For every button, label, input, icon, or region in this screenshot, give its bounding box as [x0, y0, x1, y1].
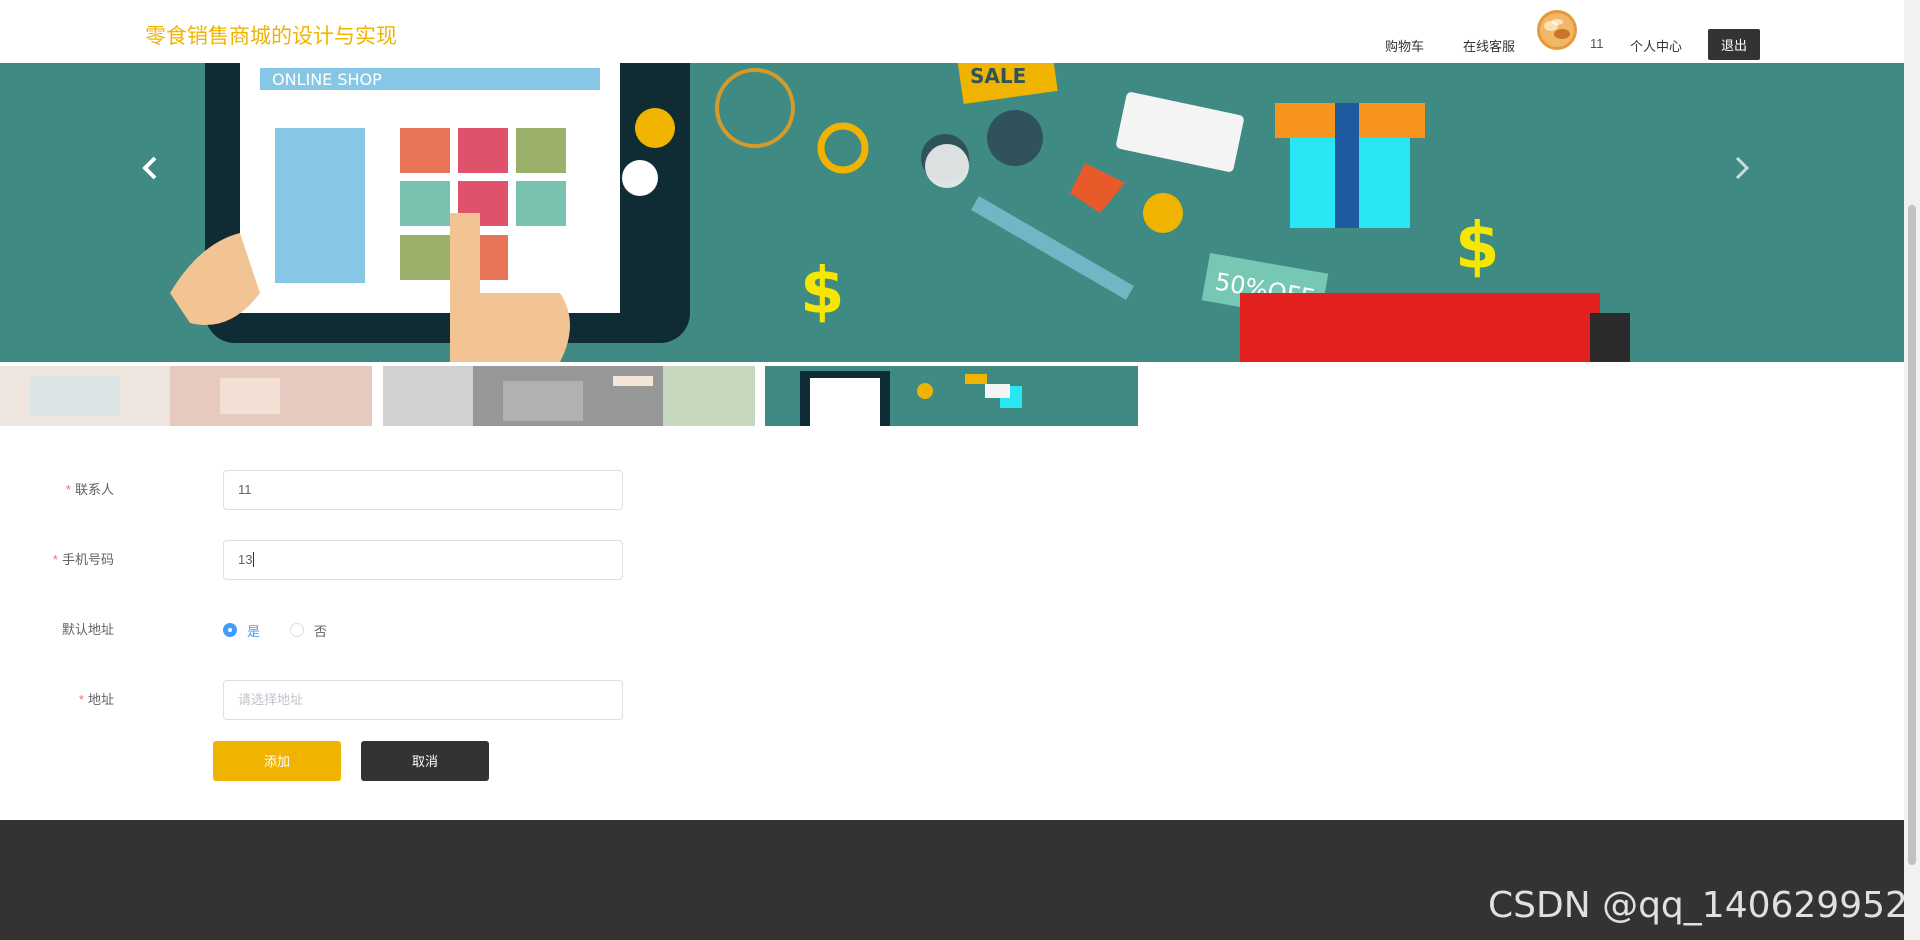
cancel-button[interactable]: 取消: [361, 741, 489, 781]
site-logo[interactable]: 零食销售商城的设计与实现: [145, 20, 397, 50]
form-row-address: * 地址 请选择地址: [0, 680, 800, 720]
svg-text:ONLINE SHOP: ONLINE SHOP: [272, 70, 382, 89]
prev-slide-arrow-icon[interactable]: [141, 155, 171, 195]
radio-checked-icon: [223, 623, 237, 637]
thumbnail-3-active[interactable]: [765, 366, 1138, 426]
thumbnail-1[interactable]: [0, 366, 372, 426]
default-address-label: 默认地址: [61, 622, 114, 637]
required-mark: *: [52, 552, 58, 567]
thumbnail-2[interactable]: [383, 366, 755, 426]
logout-button[interactable]: 退出: [1708, 29, 1760, 60]
top-header: 零食销售商城的设计与实现 购物车 在线客服 11 个人中心 退出: [0, 0, 1904, 63]
nav-cart[interactable]: 购物车: [1385, 36, 1424, 55]
watermark: CSDN @qq_1406299528: [1488, 885, 1920, 926]
form-row-phone: * 手机号码 13: [0, 540, 800, 580]
contact-input[interactable]: 11: [223, 470, 623, 510]
svg-text:$: $: [800, 255, 845, 329]
username: 11: [1590, 36, 1604, 51]
scrollbar-thumb[interactable]: [1908, 205, 1916, 865]
radio-unchecked-icon: [290, 623, 304, 637]
radio-default-yes[interactable]: 是: [223, 610, 260, 650]
svg-text:$: $: [1455, 210, 1500, 284]
phone-input[interactable]: 13: [223, 540, 623, 580]
svg-text:SALE: SALE: [970, 64, 1026, 88]
page-scrollbar[interactable]: [1904, 0, 1920, 940]
banner-carousel: ONLINE SHOP SALE $ $ 50%OFF: [0, 63, 1904, 362]
nav-profile[interactable]: 个人中心: [1630, 36, 1682, 55]
next-slide-arrow-icon[interactable]: [1733, 155, 1763, 195]
required-mark: *: [78, 692, 84, 707]
contact-label: * 联系人: [65, 482, 114, 497]
nav-online-service[interactable]: 在线客服: [1463, 36, 1515, 55]
add-button[interactable]: 添加: [213, 741, 341, 781]
form-row-default-address: 默认地址 是 否: [0, 610, 800, 650]
address-label: * 地址: [78, 692, 114, 707]
form-row-contact: * 联系人 11: [0, 470, 800, 510]
banner-image: ONLINE SHOP SALE $ $ 50%OFF: [0, 63, 1904, 362]
radio-default-no[interactable]: 否: [290, 610, 327, 650]
address-select[interactable]: 请选择地址: [223, 680, 623, 720]
carousel-thumbnails: [0, 366, 1904, 426]
required-mark: *: [65, 482, 71, 497]
avatar[interactable]: [1537, 10, 1577, 50]
phone-label: * 手机号码: [52, 552, 114, 567]
